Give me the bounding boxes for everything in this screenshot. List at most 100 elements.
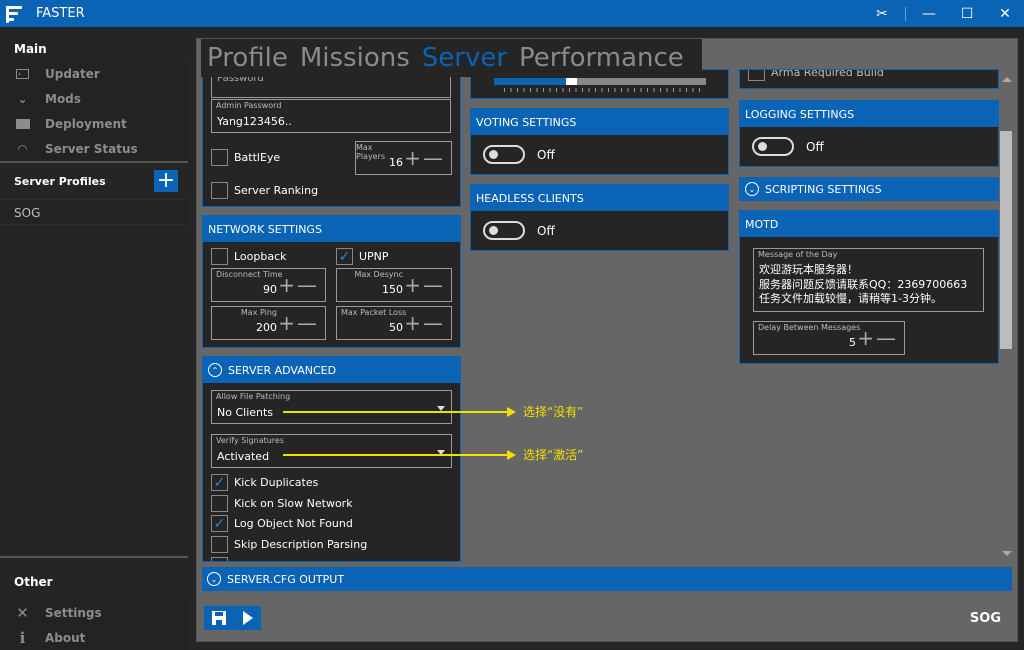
allow-file-patching-dropdown[interactable]: Allow File Patching No Clients [211, 390, 452, 424]
close-button[interactable]: ✕ [986, 0, 1024, 27]
admin-password-field[interactable]: Admin Password Yang123456.. [211, 99, 451, 133]
console-icon: › [0, 68, 45, 79]
sidebar-item-mods[interactable]: ⌄ Mods [0, 86, 188, 111]
max-ping-field[interactable]: Max Ping 200 +— [211, 306, 326, 340]
headless-toggle[interactable]: Off [483, 221, 555, 240]
max-desync-field[interactable]: Max Desync 150 +— [336, 268, 452, 302]
loopback-checkbox[interactable]: Loopback [211, 248, 287, 265]
add-profile-button[interactable]: + [154, 170, 178, 192]
server-profiles-header: Server Profiles + [0, 163, 188, 199]
sidebar-item-about[interactable]: i About [0, 625, 188, 650]
gauge-icon: ◠ [17, 141, 28, 156]
motd-text: 欢迎游玩本服务器！ 服务器问题反馈请联系QQ：2369700663 任务文件加载… [759, 263, 968, 305]
voting-toggle[interactable]: Off [483, 145, 555, 164]
voting-settings-panel: VOTING SETTINGS Off [470, 108, 729, 175]
arma-required-build-checkbox[interactable]: Arma Required Build [748, 70, 884, 81]
server-cfg-output-bar[interactable]: ⌄ SERVER.CFG OUTPUT [202, 567, 1012, 591]
sidebar-item-settings[interactable]: ✕ Settings [0, 600, 188, 625]
scroll-up-arrow[interactable] [1002, 77, 1012, 82]
sidebar-item-label: Deployment [45, 116, 127, 131]
minimize-button[interactable]: — [910, 0, 948, 27]
server-profiles-heading: Server Profiles [14, 174, 106, 188]
scripting-settings-header[interactable]: ⌄ SCRIPTING SETTINGS [740, 178, 998, 200]
disconnect-timeout-field[interactable]: Disconnect Time 90 +— [211, 268, 326, 302]
max-players-field[interactable]: Max Players 16 +— [355, 141, 452, 175]
annotation-note-2: 选择“激活” [523, 448, 584, 462]
delay-between-messages-field[interactable]: Delay Between Messages 5 +— [753, 321, 905, 355]
scripting-settings-panel[interactable]: ⌄ SCRIPTING SETTINGS [739, 177, 999, 201]
scroll-down-arrow[interactable] [1002, 551, 1012, 556]
slider-track[interactable] [494, 78, 706, 85]
tab-performance[interactable]: Performance [519, 43, 684, 73]
battleye-checkbox[interactable]: BattlEye [211, 149, 280, 166]
tab-server[interactable]: Server [422, 43, 507, 73]
logging-settings-header: LOGGING SETTINGS [740, 101, 998, 127]
annotation-arrow-head [507, 450, 516, 460]
toggle-switch[interactable] [483, 221, 525, 240]
log-object-not-found-checkbox[interactable]: ✓ Log Object Not Found [211, 515, 353, 532]
network-settings-header: NETWORK SETTINGS [203, 216, 460, 242]
network-settings-panel: NETWORK SETTINGS Loopback ✓ UPNP Disconn… [202, 215, 461, 348]
chevron-up-icon: ⌃ [208, 363, 222, 377]
briefcase-icon [0, 118, 45, 129]
sidebar-item-server-status[interactable]: ◠ Server Status [0, 136, 188, 161]
sidebar-item-label: About [45, 630, 86, 645]
checkbox[interactable] [211, 248, 228, 265]
sidebar-item-label: Updater [45, 66, 100, 81]
faster-logo-icon [6, 5, 24, 23]
increment-decrement-buttons[interactable]: +— [404, 273, 445, 297]
motd-header: MOTD [740, 211, 998, 237]
main-content: Profile Missions Server Performance Pass… [196, 38, 1018, 642]
annotation-arrow-head [507, 407, 516, 417]
tools-icon: ✕ [16, 603, 29, 622]
checkmark-icon[interactable]: ✓ [211, 474, 228, 491]
toggle-switch[interactable] [752, 137, 794, 156]
checkbox-partial[interactable] [211, 557, 234, 561]
save-icon[interactable] [212, 611, 227, 625]
chevron-down-icon: ⌄ [745, 182, 759, 196]
checkbox[interactable] [748, 70, 765, 81]
increment-decrement-buttons[interactable]: +— [278, 311, 319, 335]
checkbox[interactable] [211, 557, 228, 561]
tab-missions[interactable]: Missions [300, 43, 410, 73]
server-general-panel: Password Admin Password Yang123456.. Bat… [202, 69, 461, 207]
checkbox[interactable] [211, 182, 228, 199]
slider-thumb[interactable] [566, 78, 578, 85]
toggle-switch[interactable] [483, 145, 525, 164]
sidebar-item-updater[interactable]: › Updater [0, 61, 188, 86]
divider [905, 6, 906, 21]
other-heading: Other [14, 575, 53, 589]
play-icon[interactable] [242, 611, 253, 625]
headless-clients-panel: HEADLESS CLIENTS Off [470, 184, 729, 251]
info-icon: i [19, 628, 26, 647]
checkbox[interactable] [211, 495, 228, 512]
checkmark-icon[interactable]: ✓ [336, 248, 353, 265]
increment-decrement-buttons[interactable]: +— [404, 311, 445, 335]
sidebar-item-label: Settings [45, 605, 102, 620]
tools-icon[interactable]: ✂ [863, 0, 901, 27]
checkbox[interactable] [211, 149, 228, 166]
sidebar: Main › Updater ⌄ Mods Deployment ◠ Serve… [0, 27, 188, 650]
sidebar-item-label: Server Status [45, 141, 138, 156]
kick-slow-network-checkbox[interactable]: Kick on Slow Network [211, 495, 353, 512]
sidebar-item-deployment[interactable]: Deployment [0, 111, 188, 136]
checkbox[interactable] [211, 536, 228, 553]
logging-toggle[interactable]: Off [752, 137, 824, 156]
profile-item-sog[interactable]: SOG [0, 199, 188, 225]
tab-profile[interactable]: Profile [207, 43, 288, 73]
increment-decrement-buttons[interactable]: +— [857, 326, 898, 350]
main-heading: Main [14, 42, 47, 56]
scroll-thumb[interactable] [1000, 131, 1012, 349]
kick-duplicates-checkbox[interactable]: ✓ Kick Duplicates [211, 474, 318, 491]
checkmark-icon[interactable]: ✓ [211, 515, 228, 532]
upnp-checkbox[interactable]: ✓ UPNP [336, 248, 389, 265]
increment-decrement-buttons[interactable]: +— [404, 146, 445, 170]
server-advanced-header[interactable]: ⌃ SERVER ADVANCED [203, 357, 460, 383]
verify-signatures-dropdown[interactable]: Verify Signatures Activated [211, 434, 452, 468]
maximize-button[interactable]: ☐ [948, 0, 986, 27]
motd-textarea[interactable]: Message of the Day 欢迎游玩本服务器！ 服务器问题反馈请联系Q… [753, 248, 984, 312]
server-ranking-checkbox[interactable]: Server Ranking [211, 182, 318, 199]
max-packet-loss-field[interactable]: Max Packet Loss 50 +— [336, 306, 452, 340]
skip-description-parsing-checkbox[interactable]: Skip Description Parsing [211, 536, 367, 553]
increment-decrement-buttons[interactable]: +— [278, 273, 319, 297]
